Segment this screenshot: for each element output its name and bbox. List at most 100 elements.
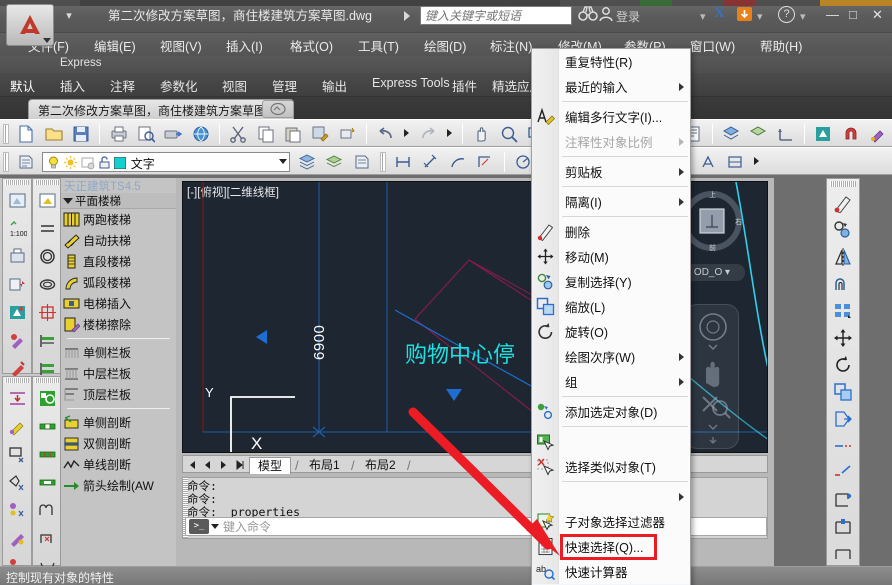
layer-combo[interactable]: 文字	[41, 152, 290, 172]
copy-button[interactable]	[254, 122, 278, 146]
tz-tool-4[interactable]	[3, 270, 31, 298]
palette-item-two-run-stair[interactable]: 两跑楼梯	[61, 209, 176, 230]
palette-item-stair-erase[interactable]: 楼梯擦除	[61, 314, 176, 335]
grip-marker-down-icon[interactable]	[446, 389, 462, 401]
tz4-tool-1[interactable]	[33, 384, 61, 412]
menu-item-scale[interactable]: 缩放(L)	[532, 294, 690, 319]
tz2-ellipse-tool[interactable]	[33, 270, 61, 298]
copy-tool-button[interactable]	[827, 216, 859, 243]
palette-item-top-rail[interactable]: 顶层栏板	[61, 384, 176, 405]
dim-tolerance-button[interactable]	[723, 150, 747, 174]
menu-edit[interactable]: 编辑(E)	[94, 36, 136, 55]
tz2-tool-1[interactable]	[33, 186, 61, 214]
tz-tool-6[interactable]	[3, 326, 31, 354]
tz4-corner-window-tool[interactable]	[33, 524, 61, 552]
ucs-button[interactable]	[774, 122, 798, 146]
snap-magnet-button[interactable]	[839, 122, 863, 146]
palette-item-mid-rail[interactable]: 中层栏板	[61, 363, 176, 384]
tz3-tool-6[interactable]	[3, 524, 31, 552]
menu-item-find[interactable]: ab 快速计算器	[532, 559, 690, 584]
new-file-button[interactable]	[14, 122, 38, 146]
vtoolbar-grip[interactable]	[35, 180, 59, 185]
save-button[interactable]	[69, 122, 93, 146]
offset-tool-button[interactable]	[827, 270, 859, 297]
tz3-cut-tool[interactable]	[3, 468, 31, 496]
tz3-trim-tool[interactable]	[3, 440, 31, 468]
tz-tool-5[interactable]	[3, 298, 31, 326]
open-file-button[interactable]	[42, 122, 66, 146]
menu-item-clipboard[interactable]: 剪贴板	[532, 159, 690, 184]
paste-button[interactable]	[281, 122, 305, 146]
layer-tools-button[interactable]	[746, 122, 770, 146]
tz3-tool-1[interactable]	[3, 384, 31, 412]
zoom-realtime-button[interactable]	[497, 122, 521, 146]
dim-arc-button[interactable]	[446, 150, 470, 174]
layer-color-swatch-icon[interactable]	[113, 157, 126, 169]
purge-button[interactable]	[336, 122, 360, 146]
layout-nav-buttons[interactable]	[185, 458, 247, 472]
model-tab[interactable]: 模型	[249, 457, 292, 474]
tab-annotate[interactable]: 注释	[110, 76, 135, 95]
menu-draw[interactable]: 绘图(D)	[424, 36, 466, 55]
layer-toolbar-grip[interactable]	[3, 152, 9, 172]
menu-item-repeat-properties[interactable]: 重复特性(R)	[532, 49, 690, 74]
application-menu-button[interactable]	[6, 4, 54, 46]
undo-dropdown-icon[interactable]	[401, 120, 413, 144]
tz4-door-tool[interactable]	[33, 440, 61, 468]
menu-item-rotate[interactable]: 旋转(O)	[532, 319, 690, 344]
tz4-window-tool[interactable]	[33, 412, 61, 440]
tz2-line-tool[interactable]	[33, 214, 61, 242]
toolbar-grip[interactable]	[3, 124, 9, 144]
right-toolbar-grip[interactable]	[830, 181, 856, 187]
undo-button[interactable]	[374, 122, 398, 146]
quick-access-dropdown-icon[interactable]: ▾	[62, 9, 76, 23]
menu-item-erase[interactable]: 删除	[532, 219, 690, 244]
tz-tool-1[interactable]	[3, 186, 31, 214]
palette-group-header[interactable]: 平面楼梯	[61, 193, 176, 209]
layer-combo-dropdown-icon[interactable]	[278, 159, 287, 164]
3d-publish-button[interactable]	[189, 122, 213, 146]
sign-in-label[interactable]: 登录	[616, 8, 640, 25]
maximize-button[interactable]: □	[849, 7, 857, 22]
redo-dropdown-icon[interactable]	[444, 120, 456, 144]
trim-tool-button[interactable]	[827, 432, 859, 459]
menu-item-deselect-all[interactable]: 选择类似对象(T)	[532, 454, 690, 479]
group-collapse-icon[interactable]	[63, 198, 73, 204]
menu-item-add-selected[interactable]: 添加选定对象(D)	[532, 399, 690, 424]
palette-item-straight-stair[interactable]: 直段楼梯	[61, 251, 176, 272]
tab-express-tools[interactable]: Express Tools	[372, 76, 450, 90]
tz4-opening-tool[interactable]	[33, 468, 61, 496]
new-tab-button[interactable]	[262, 100, 294, 118]
scale-tool-button[interactable]	[827, 378, 859, 405]
palette-item-elevator-insert[interactable]: 电梯插入	[61, 293, 176, 314]
dim-aligned-button[interactable]	[419, 150, 443, 174]
plot-button[interactable]	[107, 122, 131, 146]
express-menu-label[interactable]: Express	[60, 57, 102, 69]
extend-tool-button[interactable]	[827, 459, 859, 486]
navigation-bar[interactable]	[685, 304, 739, 449]
search-input[interactable]	[421, 7, 571, 24]
break-tool-button[interactable]	[827, 513, 859, 540]
help-icon[interactable]: ?	[778, 6, 795, 23]
command-input-placeholder[interactable]: 键入命令	[223, 518, 271, 535]
tab-parametric[interactable]: 参数化	[160, 76, 198, 95]
tab-manage[interactable]: 管理	[272, 76, 297, 95]
erase-tool-button[interactable]	[827, 189, 859, 216]
text-style-button[interactable]	[696, 150, 720, 174]
close-button[interactable]: ✕	[872, 7, 883, 23]
rotate-tool-button[interactable]	[827, 351, 859, 378]
menu-item-subobject-filter[interactable]	[532, 484, 690, 509]
mirror-tool-button[interactable]	[827, 243, 859, 270]
layer-previous-button[interactable]	[295, 150, 319, 174]
osnap-button[interactable]	[811, 122, 835, 146]
user-account-icon[interactable]	[598, 6, 618, 25]
search-box[interactable]	[420, 6, 572, 25]
tab-insert[interactable]: 插入	[60, 76, 85, 95]
tab-home[interactable]: 默认	[4, 76, 41, 99]
palette-item-double-section[interactable]: 双侧剖断	[61, 433, 176, 454]
palette-item-escalator[interactable]: 自动扶梯	[61, 230, 176, 251]
layer-unlock-icon[interactable]	[97, 155, 112, 170]
publish-button[interactable]	[161, 122, 185, 146]
layout1-tab[interactable]: 布局1	[301, 457, 348, 474]
plot-preview-button[interactable]	[134, 122, 158, 146]
